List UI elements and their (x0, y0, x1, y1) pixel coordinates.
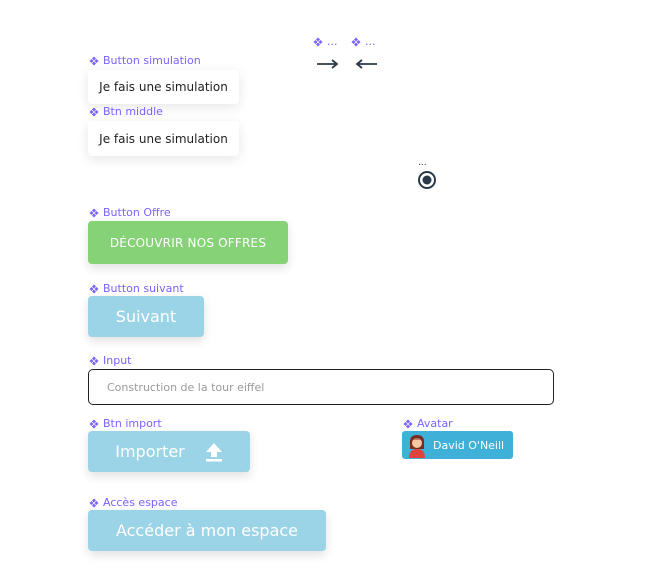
component-icon (313, 37, 323, 46)
import-button-label: Importer (115, 442, 185, 461)
arrow-right-label: ... (313, 35, 338, 48)
btn-middle-label: Btn middle (89, 105, 163, 118)
discover-offers-button[interactable]: DÉCOUVRIR NOS OFFRES (88, 221, 288, 264)
btn-import-label: Btn import (89, 417, 162, 430)
arrow-right-icon[interactable] (316, 58, 340, 70)
component-icon (89, 284, 99, 293)
import-button[interactable]: Importer (88, 431, 250, 472)
radio-label: ... (418, 158, 427, 168)
upload-icon (205, 442, 222, 461)
radio-selected-icon[interactable] (417, 170, 437, 190)
component-icon (89, 107, 99, 116)
component-icon (89, 56, 99, 65)
access-space-button[interactable]: Accéder à mon espace (88, 510, 326, 551)
middle-simulation-button[interactable]: Je fais une simulation (88, 121, 239, 156)
arrow-left-label: ... (351, 35, 376, 48)
button-offre-label: Button Offre (89, 206, 171, 219)
button-suivant-label: Button suivant (89, 282, 184, 295)
component-icon (89, 419, 99, 428)
component-icon (351, 37, 361, 46)
construction-input[interactable]: Construction de la tour eiffel (88, 369, 554, 405)
simulation-button[interactable]: Je fais une simulation (88, 70, 239, 104)
button-simulation-label: Button simulation (89, 54, 201, 67)
avatar[interactable]: David O'Neill (402, 431, 513, 459)
avatar-component-label: Avatar (403, 417, 453, 430)
input-label: Input (89, 354, 131, 367)
component-icon (89, 208, 99, 217)
component-icon (89, 356, 99, 365)
arrow-left-icon[interactable] (354, 58, 378, 70)
avatar-person-icon (409, 435, 425, 458)
avatar-name: David O'Neill (433, 438, 505, 452)
acces-espace-label: Accès espace (89, 496, 177, 509)
component-icon (89, 498, 99, 507)
component-icon (403, 419, 413, 428)
next-button[interactable]: Suivant (88, 296, 204, 337)
